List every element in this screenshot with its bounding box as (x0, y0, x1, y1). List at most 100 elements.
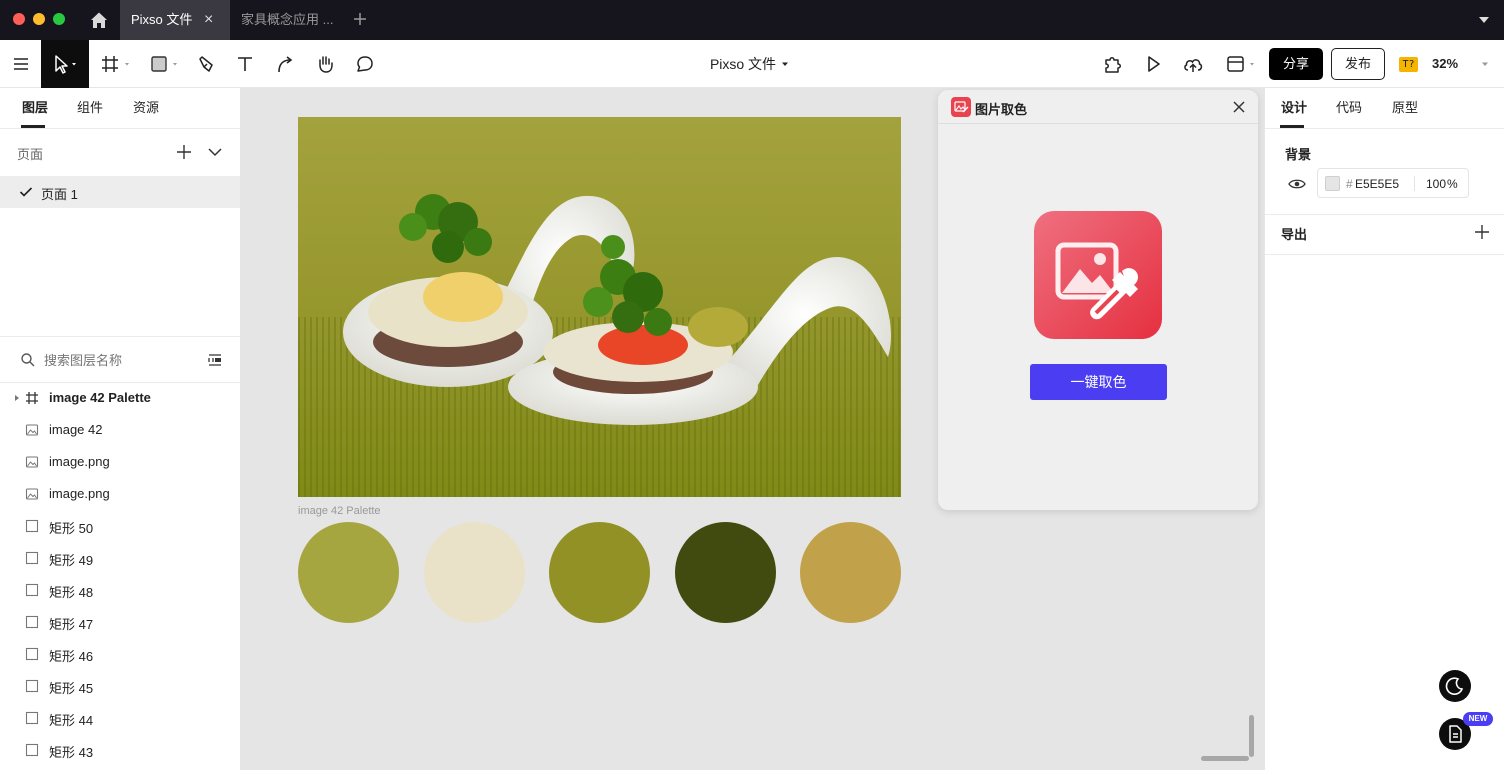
rectangle-icon (25, 743, 39, 757)
layer-row[interactable]: 矩形 50 (0, 510, 240, 542)
layer-row[interactable]: 矩形 44 (0, 702, 240, 734)
tab-label: 家具概念应用 ... (241, 12, 334, 27)
frame-label[interactable]: image 42 Palette (298, 505, 381, 517)
checkmark-icon (19, 187, 33, 197)
tab-code[interactable]: 代码 (1336, 88, 1362, 128)
present-button[interactable] (1140, 40, 1166, 88)
divider (0, 128, 240, 129)
file-title-menu[interactable]: Pixso 文件 (700, 40, 800, 88)
tab-assets[interactable]: 资源 (133, 88, 159, 128)
hex-value[interactable]: E5E5E5 (1355, 177, 1399, 191)
layer-name: 矩形 50 (49, 521, 94, 536)
layout-button[interactable] (1222, 40, 1260, 88)
palette-swatch[interactable] (549, 522, 650, 623)
move-tool-button[interactable] (41, 40, 89, 88)
text-icon (238, 57, 252, 71)
layer-name: image.png (49, 486, 110, 501)
zoom-level[interactable]: 32% (1432, 40, 1472, 88)
layer-name: image.png (49, 454, 110, 469)
publish-button[interactable]: 发布 (1331, 48, 1385, 80)
tab-design[interactable]: 设计 (1281, 88, 1307, 128)
vertical-scrollbar[interactable] (1249, 715, 1254, 757)
text-tool-button[interactable] (232, 40, 258, 88)
home-icon[interactable] (88, 9, 110, 31)
export-heading: 导出 (1281, 227, 1308, 242)
shape-tool-button[interactable] (146, 40, 184, 88)
hand-tool-button[interactable] (312, 40, 338, 88)
tab-components[interactable]: 组件 (77, 88, 103, 128)
file-title: Pixso 文件 (709, 56, 777, 72)
comment-tool-button[interactable] (352, 40, 378, 88)
maximize-window-button[interactable] (53, 13, 65, 25)
layer-row[interactable]: 矩形 47 (0, 606, 240, 638)
layer-filter-icon[interactable] (207, 352, 223, 368)
main-menu-icon[interactable] (0, 40, 41, 88)
layer-row[interactable]: 矩形 48 (0, 574, 240, 606)
palette-swatch[interactable] (424, 522, 525, 623)
new-tab-icon[interactable] (351, 10, 369, 28)
layer-row[interactable]: 矩形 45 (0, 670, 240, 702)
pen-icon (199, 56, 213, 72)
palette-swatch[interactable] (298, 522, 399, 623)
layer-row[interactable]: image 42 Palette (0, 382, 240, 414)
tab-prototype[interactable]: 原型 (1392, 88, 1418, 128)
tab-pixso-file[interactable]: Pixso 文件 × (120, 0, 230, 40)
plugin-header: 图片取色 (938, 90, 1258, 124)
layer-search-input[interactable] (44, 350, 194, 370)
layer-row[interactable]: 矩形 49 (0, 542, 240, 574)
color-swatch[interactable] (1325, 176, 1340, 191)
canvas[interactable]: image 42 Palette 图片取色 一键取色 (241, 88, 1264, 770)
upload-button[interactable] (1178, 40, 1208, 88)
title-bar: Pixso 文件 × 家具概念应用 ... (0, 0, 1504, 40)
layer-row[interactable]: image.png (0, 446, 240, 478)
properties-panel: 设计 代码 原型 背景 # E5E5E5 100 % 导出 NEW (1264, 88, 1504, 770)
background-color-field[interactable]: # E5E5E5 100 % (1317, 168, 1469, 198)
tab-layers[interactable]: 图层 (22, 88, 48, 128)
layer-name: 矩形 43 (49, 745, 94, 760)
image-icon (25, 423, 39, 437)
rectangle-tool-icon (151, 56, 177, 72)
minimize-window-button[interactable] (33, 13, 45, 25)
close-tab-icon[interactable]: × (204, 0, 213, 40)
horizontal-scrollbar[interactable] (1201, 756, 1249, 761)
layer-name: 矩形 48 (49, 585, 94, 600)
plugin-puzzle-icon (1105, 57, 1121, 73)
layer-row[interactable]: image.png (0, 478, 240, 510)
plugin-badge[interactable]: T? (1399, 57, 1418, 72)
close-plugin-icon[interactable] (1232, 100, 1246, 114)
rectangle-icon (25, 519, 39, 533)
layer-name: 矩形 49 (49, 553, 94, 568)
add-page-icon[interactable] (175, 143, 193, 161)
frame-tool-button[interactable] (97, 40, 135, 88)
canvas-image-42[interactable] (298, 117, 901, 497)
tab-furniture-app[interactable]: 家具概念应用 ... (241, 0, 341, 40)
add-export-icon[interactable] (1473, 223, 1491, 241)
new-badge: NEW (1463, 712, 1493, 726)
pen-tool-button[interactable] (193, 40, 219, 88)
expand-arrow-icon[interactable] (13, 394, 21, 402)
connector-tool-button[interactable] (272, 40, 298, 88)
rectangle-icon (25, 647, 39, 661)
layer-row[interactable]: image 42 (0, 414, 240, 446)
search-icon (20, 352, 36, 368)
layer-row[interactable]: 矩形 46 (0, 638, 240, 670)
tab-list-chevron-icon[interactable] (1478, 15, 1490, 25)
extract-colors-button[interactable]: 一键取色 (1030, 364, 1167, 400)
layer-row[interactable]: 矩形 43 (0, 734, 240, 766)
opacity-value[interactable]: 100 (1426, 177, 1446, 191)
palette-swatch[interactable] (675, 522, 776, 623)
visibility-eye-icon[interactable] (1287, 177, 1307, 191)
rectangle-icon (25, 679, 39, 693)
share-button[interactable]: 分享 (1269, 48, 1323, 80)
page-item-1[interactable]: 页面 1 (0, 176, 240, 208)
collapse-pages-chevron-icon[interactable] (207, 145, 223, 159)
layer-name: image 42 (49, 422, 103, 437)
layer-name: 矩形 45 (49, 681, 94, 696)
plugins-button[interactable] (1100, 40, 1126, 88)
layer-name: 矩形 46 (49, 649, 94, 664)
theme-toggle-button[interactable] (1439, 670, 1471, 702)
palette-swatch[interactable] (800, 522, 901, 623)
close-window-button[interactable] (13, 13, 25, 25)
divider (1414, 176, 1415, 191)
zoom-chevron-icon[interactable] (1480, 59, 1490, 69)
